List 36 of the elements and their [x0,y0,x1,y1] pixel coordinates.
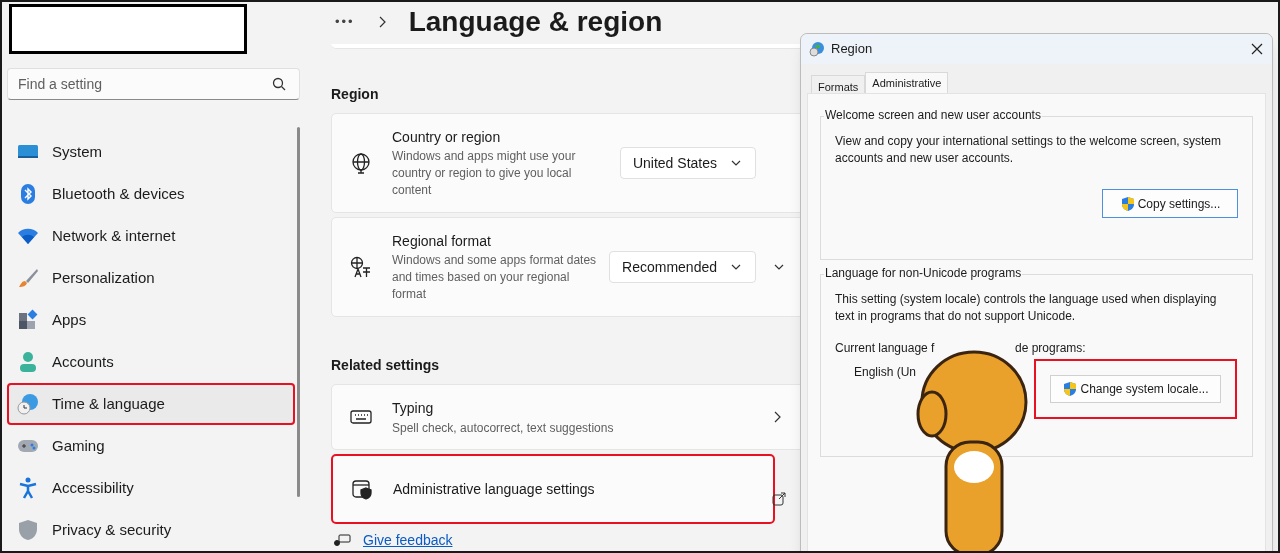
dropdown[interactable]: United States [619,147,756,179]
group-title: Welcome screen and new user accounts [824,108,1042,122]
card-description: Windows and some apps format dates and times based on your regional format [392,252,597,303]
locale-value: English (Un [854,364,918,381]
page-title: Language & region [408,5,663,39]
nav-item[interactable]: Apps [7,299,295,341]
card-title: Regional format [392,232,492,251]
nav-item[interactable]: Time & language [7,383,295,425]
nav-item[interactable]: Accounts [7,341,295,383]
tab[interactable]: Administrative [865,72,949,93]
section-heading: Related settings [331,356,440,375]
nav-item[interactable]: System [7,131,295,173]
label-text: de programs: [1015,340,1086,357]
nav-item[interactable]: Bluetooth & devices [7,173,295,215]
group-description: This setting (system locale) controls the language used when displaying text in programs that do not support Unicode. [835,291,1218,325]
nav-item[interactable]: Gaming [7,425,295,467]
label-text: Current language f [835,340,936,357]
dropdown[interactable]: Recommended [609,251,756,283]
setting-link[interactable]: Administrative language settings [331,454,775,524]
search-field[interactable]: Find a setting [7,68,300,100]
copy-settings-button[interactable]: Copy settings... [1102,189,1238,218]
section-heading: Region [331,85,379,104]
group-title: Language for non-Unicode programs [824,266,1023,280]
nav-item[interactable]: Network & internet [7,215,295,257]
more-button[interactable]: ••• [335,12,355,32]
feedback-link[interactable]: Give feedback [363,530,453,551]
nav-item[interactable]: Privacy & security [7,509,295,551]
card-description: Spell check, autocorrect, text suggestions [392,419,615,437]
card-description: Windows and apps might use your country or region to give you local content [392,148,577,199]
nav-item[interactable]: Personalization [7,257,295,299]
tab[interactable]: Formats [811,75,866,93]
card-title: Country or region [392,128,502,147]
change-locale-button[interactable]: Change system locale... [1050,375,1221,403]
dialog-title: Region [831,40,873,59]
group-description: View and copy your international settings to the welcome screen, system accounts and new user accounts. [835,133,1222,167]
nav-item[interactable]: Accessibility [7,467,295,509]
